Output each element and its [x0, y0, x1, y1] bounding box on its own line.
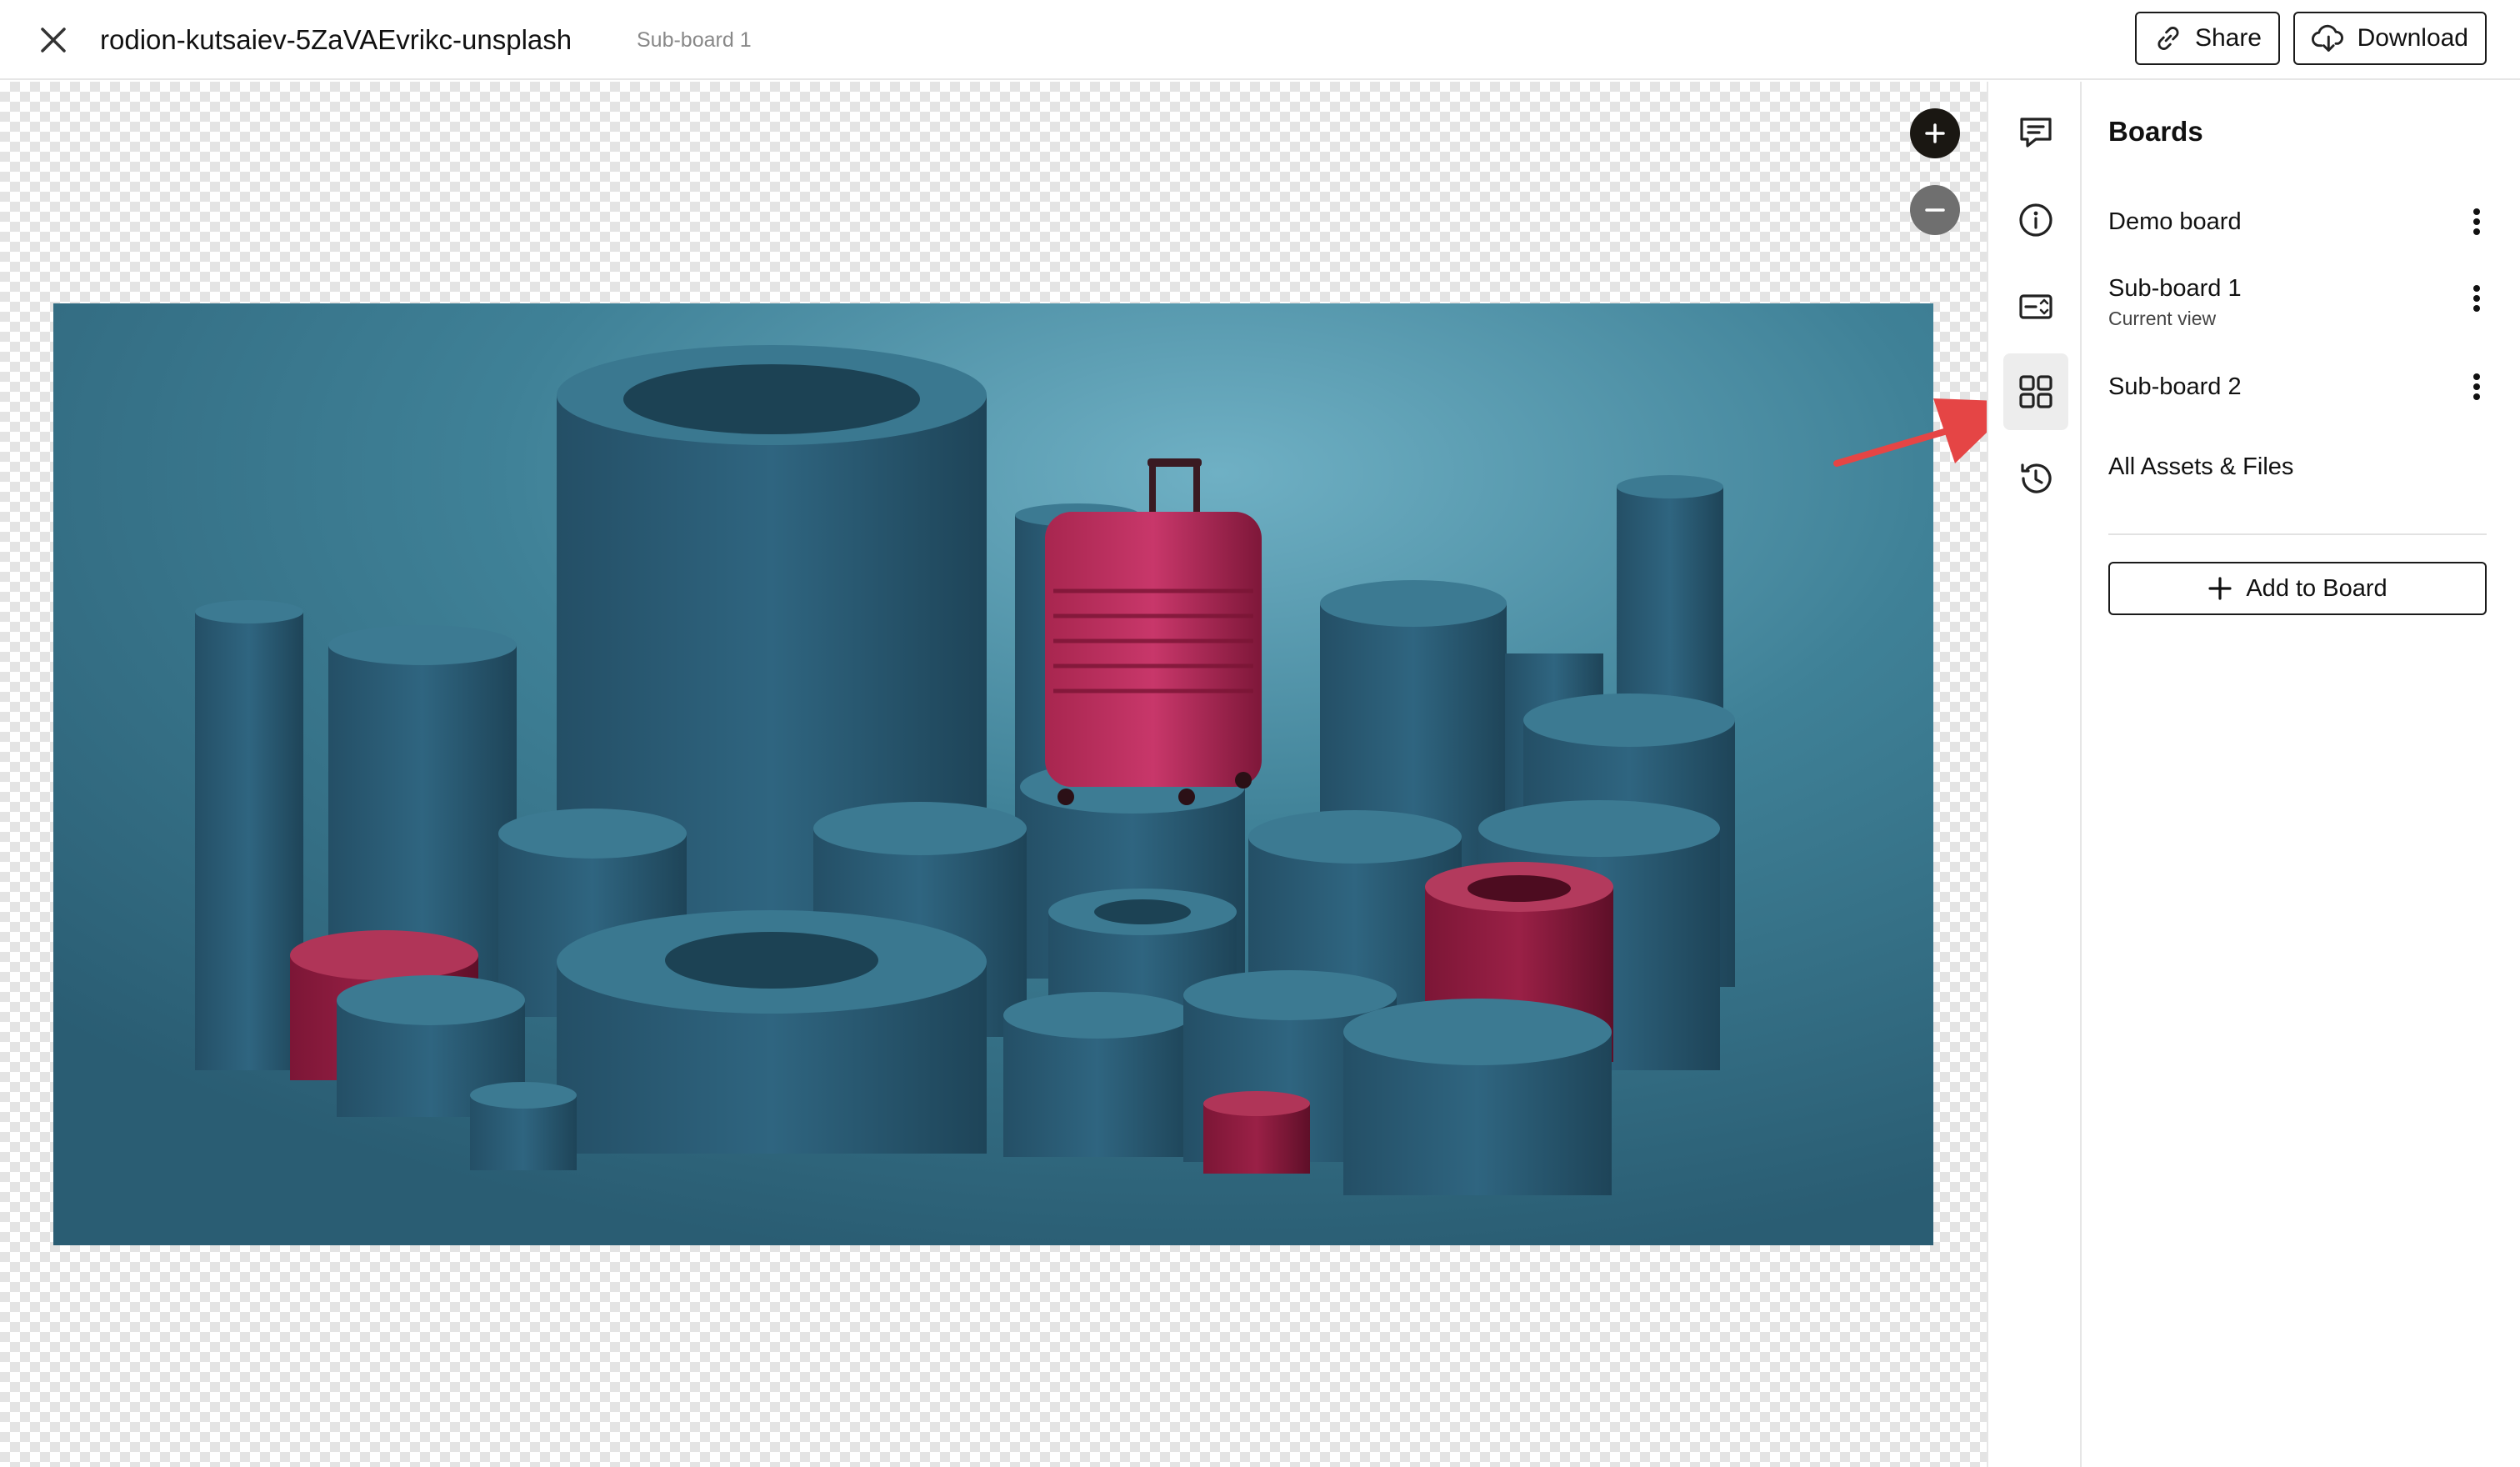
asset-image — [53, 303, 1933, 1245]
asset-board-subtitle: Sub-board 1 — [637, 28, 752, 52]
comment-icon — [2020, 118, 2052, 148]
history-button[interactable] — [2003, 440, 2068, 517]
download-button[interactable]: Download — [2293, 12, 2487, 65]
current-view-label: Current view — [2108, 308, 2217, 329]
history-icon — [2021, 463, 2052, 493]
compare-icon — [2019, 294, 2052, 319]
close-icon — [41, 28, 66, 53]
share-label: Share — [2194, 24, 2262, 52]
panel-divider — [2108, 533, 2487, 535]
board-name: Sub-board 1 — [2108, 275, 2242, 302]
cloud-download-icon — [2312, 24, 2343, 52]
all-assets-link[interactable]: All Assets & Files — [2108, 450, 2293, 483]
info-button[interactable] — [2003, 182, 2068, 258]
kebab-menu-icon — [2473, 373, 2480, 400]
compare-button[interactable] — [2003, 268, 2068, 345]
boards-grid-icon — [2019, 375, 2052, 408]
download-label: Download — [2357, 24, 2468, 52]
panel-title: Boards — [2108, 116, 2203, 147]
board-name: Sub-board 2 — [2108, 373, 2242, 400]
plus-icon — [1925, 123, 1945, 143]
board-item-demo-board[interactable]: Demo board — [2108, 205, 2500, 238]
board-item-sub-board-1[interactable]: Sub-board 1 Current view — [2108, 272, 2500, 332]
boards-panel: Boards Demo board Sub-board 1 Current vi… — [2082, 82, 2520, 1467]
plus-icon — [2208, 577, 2232, 600]
close-button[interactable] — [33, 20, 73, 60]
board-name: Demo board — [2108, 208, 2242, 235]
zoom-in-button[interactable] — [1910, 108, 1960, 158]
kebab-menu-icon — [2473, 285, 2480, 312]
asset-title: rodion-kutsaiev-5ZaVAEvrikc-unsplash — [100, 24, 572, 55]
top-bar: rodion-kutsaiev-5ZaVAEvrikc-unsplash Sub… — [0, 0, 2520, 80]
board-options-button[interactable] — [2460, 205, 2493, 238]
link-icon — [2158, 27, 2179, 50]
board-item-sub-board-2[interactable]: Sub-board 2 — [2108, 370, 2500, 403]
board-options-button[interactable] — [2460, 282, 2493, 315]
add-to-board-button[interactable]: Add to Board — [2108, 562, 2487, 615]
kebab-menu-icon — [2473, 208, 2480, 235]
comments-button[interactable] — [2003, 93, 2068, 170]
add-to-board-label: Add to Board — [2246, 574, 2388, 602]
share-button[interactable]: Share — [2135, 12, 2280, 65]
zoom-out-button[interactable] — [1910, 185, 1960, 235]
board-options-button[interactable] — [2460, 370, 2493, 403]
info-icon — [2019, 203, 2052, 237]
minus-icon — [1925, 208, 1945, 212]
boards-button[interactable] — [2003, 353, 2068, 430]
side-icon-rail — [1987, 82, 2082, 1467]
